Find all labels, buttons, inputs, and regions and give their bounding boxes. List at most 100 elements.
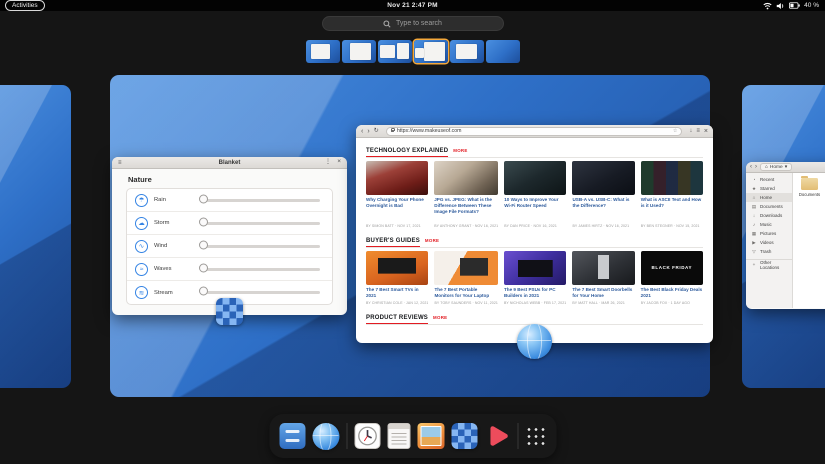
hamburger-menu-icon[interactable]: ≡ bbox=[696, 128, 700, 134]
browser-window[interactable]: ‹ › ↻ https://www.makeuseof.com ☆ ↓ ≡ × … bbox=[356, 125, 713, 343]
more-link[interactable]: MORE bbox=[433, 315, 447, 320]
blanket-app-icon[interactable] bbox=[451, 423, 477, 449]
files-app-icon[interactable] bbox=[279, 423, 305, 449]
blanket-window[interactable]: ≡ Blanket ⋮ × Nature ☂ Rain ☁ Storm ∿ Wi… bbox=[112, 157, 347, 315]
sidebar-item-other-locations[interactable]: +Other Locations bbox=[746, 259, 792, 268]
workspace-thumbnail-5[interactable] bbox=[450, 40, 484, 63]
storm-volume-slider[interactable] bbox=[204, 222, 320, 225]
lock-icon bbox=[391, 130, 394, 133]
article-title[interactable]: The 7 Best Smart Doorbells for Your Home bbox=[572, 287, 634, 300]
clock[interactable]: Nov 21 2:47 PM bbox=[387, 2, 438, 9]
article-title[interactable]: What is ASCII Text and How is it Used? bbox=[641, 197, 703, 223]
waves-volume-slider[interactable] bbox=[204, 268, 320, 271]
system-status-area[interactable]: 40 % bbox=[763, 2, 819, 10]
stream-volume-slider[interactable] bbox=[204, 291, 320, 294]
article-card[interactable]: Why Charging Your Phone Overnight is Bad… bbox=[366, 161, 428, 229]
section-title[interactable]: TECHNOLOGY EXPLAINED bbox=[366, 148, 448, 157]
section-title[interactable]: BUYER'S GUIDES bbox=[366, 238, 420, 247]
sidebar-item-pictures[interactable]: ▦Pictures bbox=[746, 229, 792, 238]
article-card[interactable]: JPG vs. JPEG: What is the Difference Bet… bbox=[434, 161, 498, 229]
web-app-icon[interactable] bbox=[312, 423, 339, 450]
forward-icon[interactable]: › bbox=[755, 164, 757, 170]
activities-button[interactable]: Activities bbox=[5, 0, 45, 11]
article-title[interactable]: The 7 Best Smart TVs in 2021 bbox=[366, 287, 428, 300]
address-bar[interactable]: https://www.makeuseof.com ☆ bbox=[386, 127, 683, 136]
article-image bbox=[434, 251, 497, 285]
clocks-app-icon[interactable] bbox=[354, 423, 380, 449]
sidebar-label: Starred bbox=[760, 186, 775, 191]
back-icon[interactable]: ‹ bbox=[361, 128, 363, 135]
files-window[interactable]: ‹ › ⌂ Home ▾ ◔Recent ★Starred ⌂Home ▤Doc… bbox=[746, 162, 825, 309]
folder-label: Documents bbox=[797, 192, 822, 197]
show-applications-button[interactable] bbox=[525, 426, 546, 447]
workspace-previous[interactable] bbox=[0, 85, 71, 388]
photos-app-icon[interactable] bbox=[417, 423, 444, 449]
article-image bbox=[366, 251, 428, 285]
sidebar-item-recent[interactable]: ◔Recent bbox=[746, 175, 792, 184]
more-link[interactable]: MORE bbox=[425, 238, 439, 243]
article-byline: BY JAMES HIRTZ · NOV 16, 2021 bbox=[572, 224, 634, 228]
article-card[interactable]: The 9 Best PSUs for PC Builders in 2021 … bbox=[504, 251, 566, 306]
close-icon[interactable]: × bbox=[704, 128, 708, 135]
more-link[interactable]: MORE bbox=[453, 148, 467, 153]
sound-row-waves: ≈ Waves bbox=[127, 258, 332, 281]
sidebar-item-documents[interactable]: ▤Documents bbox=[746, 202, 792, 211]
text-editor-app-icon[interactable] bbox=[387, 423, 410, 449]
article-title[interactable]: The 9 Best PSUs for PC Builders in 2021 bbox=[504, 287, 566, 300]
close-icon[interactable]: × bbox=[337, 159, 341, 166]
sidebar-item-trash[interactable]: ▽Trash bbox=[746, 247, 792, 256]
article-card[interactable]: USB-A vs. USB-C: What is the Difference?… bbox=[572, 161, 634, 229]
blanket-window-badge-icon[interactable] bbox=[216, 298, 243, 325]
article-card[interactable]: The 7 Best Portable Monitors for Your La… bbox=[434, 251, 497, 306]
workspace-thumbnail-2[interactable] bbox=[342, 40, 376, 63]
clock-face-icon bbox=[354, 423, 380, 449]
article-title[interactable]: Why Charging Your Phone Overnight is Bad bbox=[366, 197, 428, 223]
sidebar-item-videos[interactable]: ▶Videos bbox=[746, 238, 792, 247]
article-byline: BY DAN PRICE · NOV 16, 2021 bbox=[504, 224, 566, 228]
location-button[interactable]: ⌂ Home ▾ bbox=[760, 163, 792, 171]
videos-app-icon[interactable] bbox=[484, 423, 510, 449]
workspace-thumbnail-6[interactable] bbox=[486, 40, 520, 63]
files-sidebar: ◔Recent ★Starred ⌂Home ▤Documents ↓Downl… bbox=[746, 173, 793, 308]
article-card[interactable]: What is ASCII Text and How is it Used? B… bbox=[641, 161, 703, 229]
article-card[interactable]: The 7 Best Smart TVs in 2021 BY CHRISTIA… bbox=[366, 251, 428, 306]
web-window-badge-icon[interactable] bbox=[517, 324, 552, 359]
bookmark-star-icon[interactable]: ☆ bbox=[673, 128, 677, 134]
article-title[interactable]: JPG vs. JPEG: What is the Difference Bet… bbox=[434, 197, 498, 223]
sidebar-item-music[interactable]: ♪Music bbox=[746, 220, 792, 229]
section-buyers-guides: BUYER'S GUIDES MORE The 7 Best Smart TVs… bbox=[366, 238, 703, 305]
forward-icon[interactable]: › bbox=[367, 128, 369, 135]
article-title[interactable]: The 7 Best Portable Monitors for Your La… bbox=[434, 287, 497, 300]
back-icon[interactable]: ‹ bbox=[750, 164, 752, 170]
sound-label: Storm bbox=[154, 220, 198, 226]
folder-documents[interactable]: Documents bbox=[797, 178, 822, 197]
article-card[interactable]: 10 Ways to Improve Your Wi-Fi Router Spe… bbox=[504, 161, 566, 229]
article-cards: Why Charging Your Phone Overnight is Bad… bbox=[366, 161, 703, 229]
mini-window bbox=[397, 43, 409, 59]
article-card[interactable]: The 7 Best Smart Doorbells for Your Home… bbox=[572, 251, 634, 306]
search-bar[interactable]: Type to search bbox=[322, 16, 504, 31]
sidebar-item-starred[interactable]: ★Starred bbox=[746, 184, 792, 193]
battery-percent: 40 % bbox=[804, 2, 819, 9]
workspace-thumbnail-1[interactable] bbox=[306, 40, 340, 63]
browser-headerbar: ‹ › ↻ https://www.makeuseof.com ☆ ↓ ≡ × bbox=[356, 125, 713, 138]
article-title[interactable]: The Best Black Friday Deals 2021 bbox=[641, 287, 703, 300]
rain-volume-slider[interactable] bbox=[204, 199, 320, 202]
workspace-thumbnail-3[interactable] bbox=[378, 40, 412, 63]
dock-separator bbox=[346, 423, 347, 449]
dock-separator bbox=[517, 423, 518, 449]
dash-dock bbox=[269, 414, 556, 458]
section-title[interactable]: PRODUCT REVIEWS bbox=[366, 315, 428, 324]
article-image bbox=[504, 161, 566, 195]
workspace-thumbnail-4-active[interactable] bbox=[414, 40, 448, 63]
sidebar-item-downloads[interactable]: ↓Downloads bbox=[746, 211, 792, 220]
downloads-icon[interactable]: ↓ bbox=[689, 128, 692, 134]
article-title[interactable]: 10 Ways to Improve Your Wi-Fi Router Spe… bbox=[504, 197, 566, 223]
reload-icon[interactable]: ↻ bbox=[374, 128, 379, 134]
article-title[interactable]: USB-A vs. USB-C: What is the Difference? bbox=[572, 197, 634, 223]
sidebar-item-home[interactable]: ⌂Home bbox=[746, 193, 792, 202]
article-card[interactable]: BLACK FRIDAY The Best Black Friday Deals… bbox=[641, 251, 703, 306]
app-menu-icon[interactable]: ⋮ bbox=[325, 159, 332, 166]
wind-volume-slider[interactable] bbox=[204, 245, 320, 248]
waves-icon: ≈ bbox=[135, 263, 148, 276]
